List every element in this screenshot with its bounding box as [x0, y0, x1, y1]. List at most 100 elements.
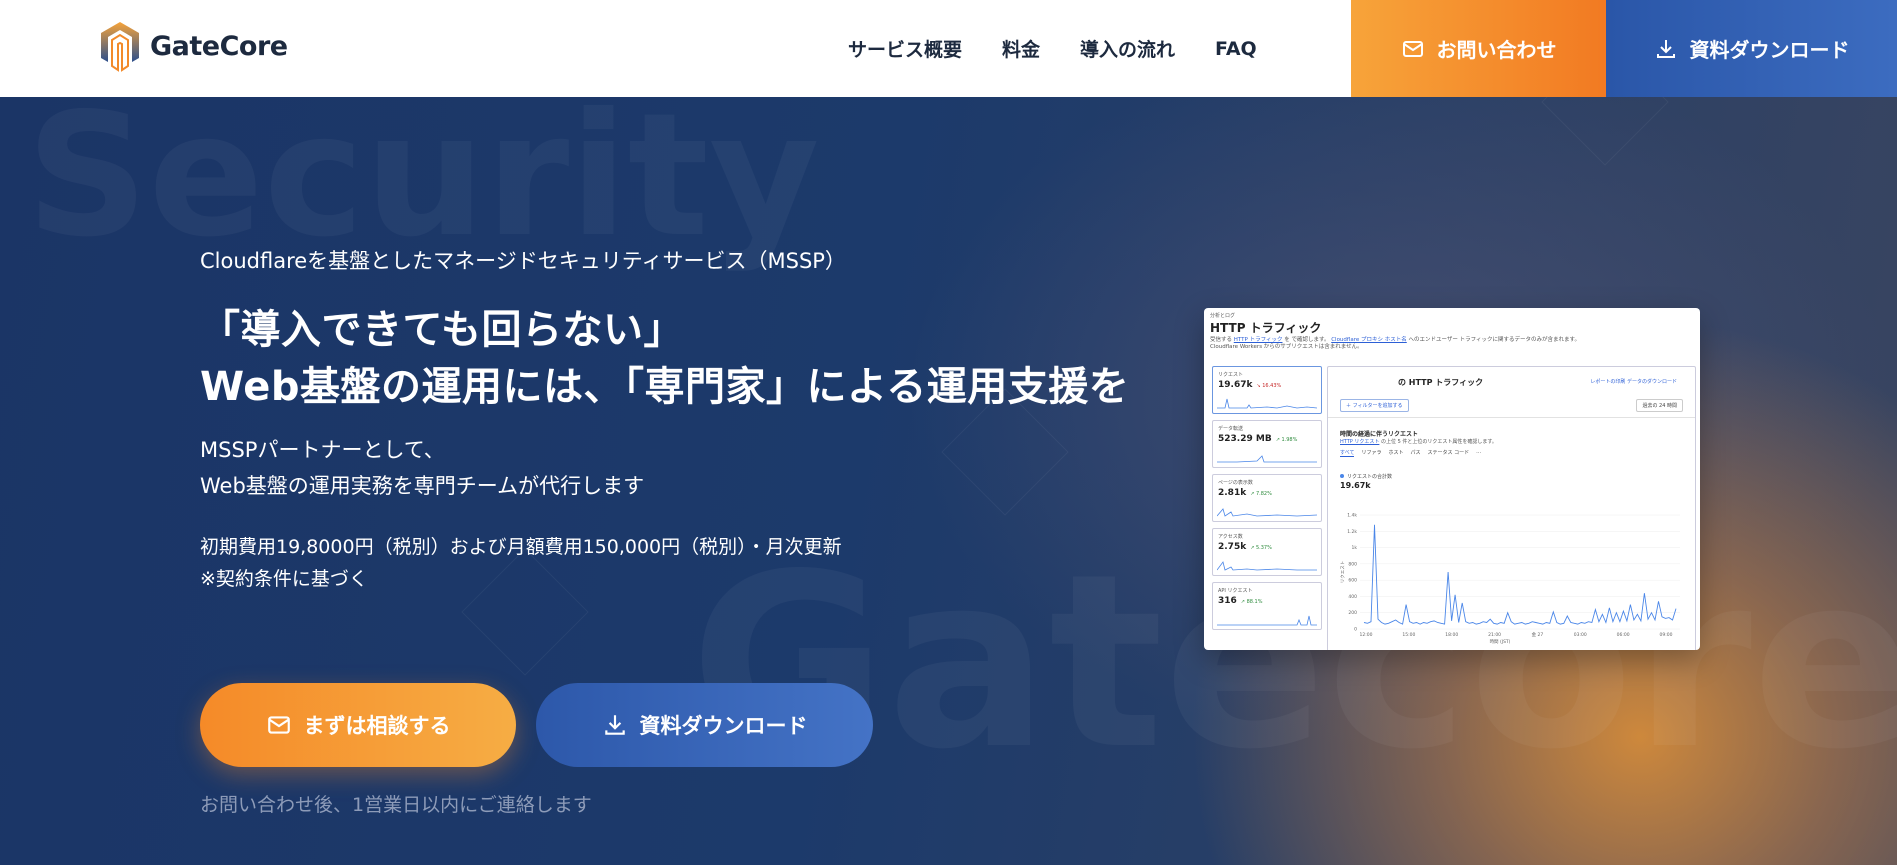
time-range-select: 過去の 24 時間 — [1636, 399, 1683, 412]
y-tick-label: 1k — [1352, 545, 1358, 551]
metric-card: リクエスト 19.67k ↘ 16.43% — [1212, 366, 1322, 414]
header-download-label: 資料ダウンロード — [1689, 38, 1850, 62]
metric-change: ↗ 88.1% — [1240, 599, 1263, 605]
download-button-label: 資料ダウンロード — [639, 714, 808, 738]
section-title: 時間の経過に伴うリクエスト — [1340, 431, 1419, 438]
nav-pricing[interactable]: 料金 — [1002, 35, 1040, 62]
hero-subtitle: Cloudflareを基盤としたマネージドセキュリティサービス（MSSP） — [200, 249, 846, 273]
requests-line-chart: 0 200 400 600 800 1k 1.2k 1.4k 12:00 15:00 18:00 21… — [1340, 513, 1680, 645]
header-contact-label: お問い合わせ — [1436, 38, 1557, 62]
sparkline — [1217, 508, 1317, 517]
sparkline — [1217, 561, 1317, 571]
dashboard-title: HTTP トラフィック — [1210, 321, 1322, 335]
metric-value-row: 316 ↗ 88.1% — [1218, 596, 1316, 606]
metric-change: ↗ 7.82% — [1250, 491, 1272, 497]
traffic-panel: の HTTP トラフィック レポートの印刷 データのダウンロード ＋ フィルター… — [1327, 366, 1696, 650]
metric-value: 523.29 MB — [1218, 434, 1272, 444]
x-tick-label: 18:00 — [1445, 632, 1458, 638]
consult-button-label: まずは相談する — [303, 714, 451, 738]
legend-label: リクエストの合計数 — [1347, 474, 1393, 480]
download-materials-button[interactable]: 資料ダウンロード — [536, 683, 873, 767]
desc-text: Cloudflare Workers からのサブリクエストは含まれません。 — [1210, 344, 1363, 350]
x-tick-label: 06:00 — [1617, 632, 1630, 638]
x-tick-label: 21:00 — [1488, 632, 1501, 638]
pricing-line-1: 初期費用19,8000円（税別）および月額費用150,000円（税別）・月次更新 — [200, 536, 842, 558]
section-subtitle: HTTP リクエスト の上位 5 件と上位のリクエスト属性を確認します。 — [1340, 438, 1497, 445]
sparkline — [1217, 455, 1317, 463]
sparkline — [1217, 615, 1317, 626]
download-icon — [604, 715, 625, 735]
tab-host: ホスト — [1388, 450, 1404, 456]
add-filter-button: ＋ フィルターを追加する — [1340, 399, 1409, 412]
legend-dot — [1340, 474, 1344, 478]
y-tick-label: 800 — [1348, 561, 1357, 567]
hero-section: Security Gatecore Cloudflareを基盤としたマネージドセ… — [0, 97, 1897, 865]
nav-onboarding-flow[interactable]: 導入の流れ — [1080, 35, 1175, 62]
metric-change: ↗ 5.37% — [1250, 545, 1272, 551]
mail-icon — [1402, 40, 1423, 57]
desc-text: へのエンドユーザー トラフィックに関するデータのみが含まれます。 — [1408, 337, 1581, 343]
sparkline — [1217, 398, 1317, 409]
metric-label: API リクエスト — [1218, 588, 1253, 594]
tab-path: パス — [1410, 450, 1421, 456]
metric-change: ↘ 16.43% — [1256, 383, 1282, 389]
panel-links: レポートの印刷 データのダウンロード — [1590, 379, 1677, 385]
brand-name: GateCore — [150, 30, 288, 62]
site-header: GateCore サービス概要 料金 導入の流れ FAQ お問い合わせ 資料ダウ… — [0, 0, 1897, 97]
x-axis-title: 時間 (JST) — [1490, 639, 1511, 645]
description-line-2: Web基盤の運用実務を専門チームが代行します — [200, 474, 645, 498]
metric-value: 19.67k — [1218, 380, 1253, 390]
metric-card: ページの表示数 2.81k ↗ 7.82% — [1212, 474, 1322, 522]
download-icon — [1656, 39, 1675, 58]
metric-value-row: 2.75k ↗ 5.37% — [1218, 542, 1316, 552]
metric-value: 2.75k — [1218, 542, 1247, 552]
metric-card: API リクエスト 316 ↗ 88.1% — [1212, 582, 1322, 630]
tab-status-code: ステータス コード — [1427, 450, 1470, 456]
divider — [1328, 417, 1695, 418]
header-download-button[interactable]: 資料ダウンロード — [1606, 0, 1897, 97]
y-tick-label: 1.2k — [1347, 529, 1357, 535]
y-tick-label: 1.4k — [1347, 513, 1357, 519]
metric-card: アクセス数 2.75k ↗ 5.37% — [1212, 528, 1322, 576]
metric-change: ↗ 1.98% — [1275, 437, 1298, 443]
dashboard-description: 受信する HTTP トラフィック を で確認します。 Cloudflare プロ… — [1210, 337, 1680, 351]
hero-description: MSSPパートナーとして、 Web基盤の運用実務を専門チームが代行します — [200, 432, 644, 504]
gatecore-logo-icon — [101, 22, 139, 72]
response-note: お問い合わせ後、1営業日以内にご連絡します — [200, 794, 592, 816]
section-link: HTTP リクエスト — [1340, 439, 1380, 445]
chart-legend: リクエストの合計数 — [1340, 473, 1392, 480]
desc-text: で確認します。 — [1291, 337, 1330, 343]
y-tick-label: 400 — [1348, 594, 1357, 600]
decorative-diamond — [1541, 97, 1669, 166]
metric-value: 2.81k — [1218, 488, 1247, 498]
requests-series-line — [1363, 524, 1677, 625]
metric-label: リクエスト — [1218, 372, 1244, 378]
x-tick-label: 金 27 — [1532, 631, 1544, 638]
consult-button[interactable]: まずは相談する — [200, 683, 516, 767]
desc-text: 受信する — [1210, 337, 1233, 343]
metric-label: アクセス数 — [1218, 534, 1243, 540]
metric-card: データ転送 523.29 MB ↗ 1.98% — [1212, 420, 1322, 468]
metric-value: 316 — [1218, 596, 1237, 606]
tab-referer: リファラ — [1361, 450, 1382, 456]
metric-label: ページの表示数 — [1218, 480, 1253, 486]
hero-headline: 「導入できても回らない」 Web基盤の運用には、「専門家」による運用支援を — [200, 302, 1129, 416]
tab-all: すべて — [1340, 450, 1355, 457]
y-tick-label: 0 — [1354, 627, 1357, 633]
dimension-tabs: すべて リファラ ホスト パス ステータス コード … — [1340, 449, 1481, 457]
metric-value-row: 523.29 MB ↗ 1.98% — [1218, 434, 1316, 444]
panel-title: の HTTP トラフィック — [1398, 378, 1484, 387]
metric-value-row: 2.81k ↗ 7.82% — [1218, 488, 1316, 498]
header-contact-button[interactable]: お問い合わせ — [1351, 0, 1606, 97]
nav-service-overview[interactable]: サービス概要 — [848, 35, 962, 62]
x-tick-label: 09:00 — [1660, 632, 1673, 638]
brand-logo[interactable]: GateCore — [98, 20, 288, 72]
y-axis-title: リクエスト — [1340, 561, 1346, 584]
metric-label: データ転送 — [1218, 426, 1244, 432]
nav-faq[interactable]: FAQ — [1215, 38, 1257, 60]
metric-value-row: 19.67k ↘ 16.43% — [1218, 380, 1316, 390]
desc-text: を — [1284, 337, 1290, 343]
dashboard-screenshot: 分析とログ HTTP トラフィック 受信する HTTP トラフィック を で確認… — [1204, 308, 1700, 650]
pricing-line-2: ※契約条件に基づく — [200, 568, 368, 590]
desc-link-proxy: Cloudflare プロキシ ホスト名 — [1331, 337, 1407, 343]
